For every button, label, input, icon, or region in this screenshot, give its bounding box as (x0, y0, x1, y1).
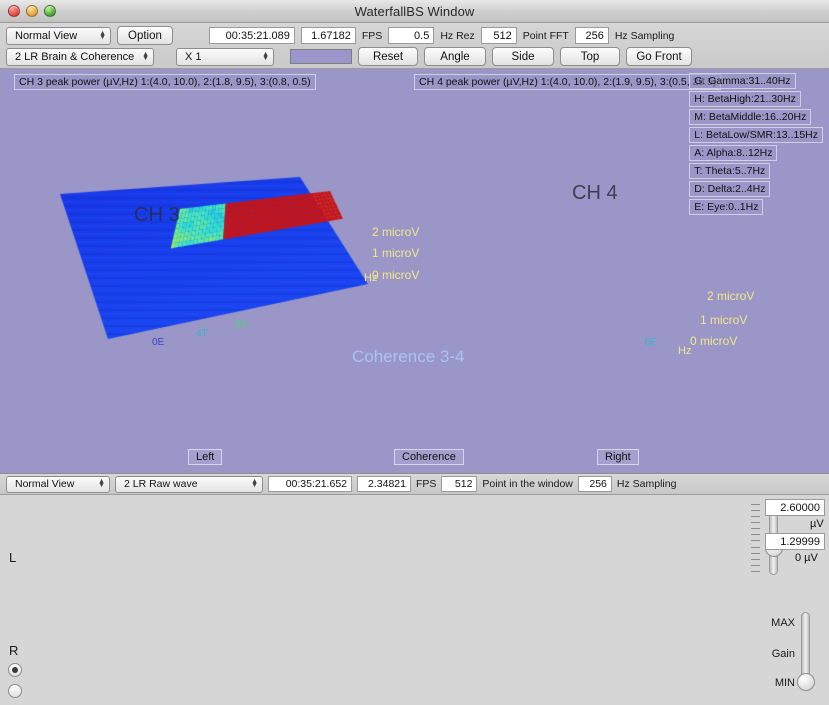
waterfall-window: WaterfallBS Window Normal View ▲ ▼ Option… (0, 0, 829, 705)
hz-rez-label: Hz Rez (440, 29, 475, 42)
scale-bottom-value[interactable]: 1.29999 (765, 533, 825, 550)
gain-min-label: MIN (774, 677, 795, 689)
view-mode-select[interactable]: Normal View ▲ ▼ (6, 26, 111, 45)
channel-label-l: L (9, 550, 17, 565)
view-mode-value: Normal View (15, 29, 78, 42)
top-toolbar: Normal View ▲ ▼ Option 00:35:21.089 1.671… (0, 23, 829, 69)
ch3-peak-power-tag: CH 3 peak power (µV,Hz) 1:(4.0, 10.0), 2… (14, 74, 316, 90)
wave-sampling-label: Hz Sampling (616, 478, 677, 490)
gain-label: Gain (771, 648, 795, 660)
scale-top-value[interactable]: 2.60000 (765, 499, 825, 516)
color-swatch[interactable] (290, 49, 352, 64)
display-mode-select[interactable]: 2 LR Brain & Coherence ▲ ▼ (6, 47, 154, 66)
wave-fps-label: FPS (416, 478, 437, 490)
wave-sampling-field[interactable]: 256 (577, 476, 612, 492)
legend-item-alpha: A: Alpha:8..12Hz (689, 145, 778, 161)
wave-fps-field[interactable]: 2.34821 (357, 476, 411, 492)
wave-chart[interactable] (28, 499, 737, 705)
chevron-updown-icon: ▲ ▼ (251, 478, 258, 489)
coherence-label: Coherence 3-4 (352, 347, 465, 366)
ch3-label: CH 3 (134, 204, 180, 226)
chevron-updown-icon: ▲ ▼ (142, 50, 149, 62)
wave-time-ruler (28, 691, 737, 705)
sampling-field[interactable]: 256 (574, 27, 609, 44)
legend-item-betamiddle: M: BetaMiddle:16..20Hz (689, 109, 812, 125)
channel-label-r: R (9, 643, 19, 658)
left-axis-1microv: 1 microV (372, 246, 420, 260)
legend-item-betahigh: H: BetaHigh:21..30Hz (689, 91, 801, 107)
zoom-value: X 1 (185, 50, 202, 63)
wave-points-label: Point in the window (482, 478, 573, 490)
zoom-select[interactable]: X 1 ▲ ▼ (176, 47, 274, 66)
right-axis-0microv: 0 microV (690, 334, 738, 348)
wave-channel-gutter: L R (0, 495, 28, 705)
chevron-updown-icon: ▲ ▼ (98, 478, 105, 489)
side-button[interactable]: Side (492, 47, 554, 66)
ch4-peak-power-tag: CH 4 peak power (µV,Hz) 1:(4.0, 10.0), 2… (414, 74, 722, 90)
legend-item-theta: T: Theta:5..7Hz (689, 163, 771, 179)
legend-item-eye: E: Eye:0..1Hz (689, 199, 764, 215)
band-legend: G: Gamma:31..40Hz H: BetaHigh:21..30Hz M… (689, 73, 823, 215)
left-hz-label: Hz (364, 272, 378, 284)
wave-scale-controls: 2.60000 µV 1.29999 0 µV MAX Gain MIN (737, 495, 829, 705)
scale-ticks (751, 504, 760, 572)
go-front-button[interactable]: Go Front (626, 47, 692, 66)
reset-button[interactable]: Reset (358, 47, 418, 66)
left-freq-tick-0e: 0E (152, 337, 165, 348)
timecode-field[interactable]: 00:35:21.089 (208, 27, 295, 44)
legend-item-gamma: G: Gamma:31..40Hz (689, 73, 796, 89)
wave-points-field[interactable]: 512 (441, 476, 478, 492)
fps-label: FPS (361, 29, 383, 42)
scale-bottom-unit: 0 µV (795, 552, 818, 564)
viz-bottom-bar: Left Coherence Right (0, 443, 829, 473)
window-title: WaterfallBS Window (354, 3, 475, 19)
legend-item-betalow: L: BetaLow/SMR:13..15Hz (689, 127, 823, 143)
gain-slider-knob[interactable] (797, 673, 815, 691)
scale-top-unit: µV (810, 518, 824, 530)
gain-max-label: MAX (771, 617, 795, 629)
left-freq-tick-8a: 8A (235, 319, 248, 330)
fps-field[interactable]: 1.67182 (300, 27, 356, 44)
angle-button[interactable]: Angle (424, 47, 486, 66)
wave-display-mode-select[interactable]: 2 LR Raw wave ▲ ▼ (115, 475, 263, 493)
wave-canvas[interactable] (28, 499, 737, 691)
channel-radio-l[interactable] (8, 663, 22, 677)
waterfall-3d-view[interactable]: CH 3 peak power (µV,Hz) 1:(4.0, 10.0), 2… (0, 69, 829, 473)
right-hz-label: Hz (678, 345, 692, 357)
sampling-label: Hz Sampling (614, 29, 675, 42)
left-axis-0microv: 0 microV (372, 268, 420, 282)
right-axis-1microv: 1 microV (700, 313, 748, 327)
channel-radio-r[interactable] (8, 684, 22, 698)
fft-label: Point FFT (522, 29, 569, 42)
wave-display-mode-value: 2 LR Raw wave (124, 478, 198, 490)
raw-wave-panel: L R 2.60000 µV 1.29999 0 µV MAX Gain MIN (0, 495, 829, 705)
legend-item-delta: D: Delta:2..4Hz (689, 181, 771, 197)
display-mode-value: 2 LR Brain & Coherence (15, 50, 135, 63)
left-axis-2microv: 2 microV (372, 225, 420, 239)
top-button[interactable]: Top (560, 47, 620, 66)
wave-timecode-field[interactable]: 00:35:21.652 (268, 476, 352, 492)
bottom-toolbar: Normal View ▲ ▼ 2 LR Raw wave ▲ ▼ 00:35:21… (0, 473, 829, 495)
right-axis-2microv: 2 microV (707, 289, 755, 303)
hz-rez-field[interactable]: 0.5 (388, 27, 435, 44)
right-button[interactable]: Right (597, 449, 639, 465)
right-freq-tick-ge: 0E (645, 337, 658, 348)
wave-view-mode-value: Normal View (15, 478, 75, 490)
ch4-label: CH 4 (572, 182, 618, 204)
title-bar: WaterfallBS Window (0, 0, 829, 23)
wave-view-mode-select[interactable]: Normal View ▲ ▼ (6, 475, 110, 493)
chevron-updown-icon: ▲ ▼ (99, 29, 106, 41)
coherence-button[interactable]: Coherence (394, 449, 464, 465)
left-button[interactable]: Left (188, 449, 223, 465)
option-button[interactable]: Option (117, 26, 173, 45)
fft-points-field[interactable]: 512 (480, 27, 517, 44)
left-freq-tick-4t: 4T (196, 328, 208, 339)
chevron-updown-icon: ▲ ▼ (262, 50, 269, 62)
